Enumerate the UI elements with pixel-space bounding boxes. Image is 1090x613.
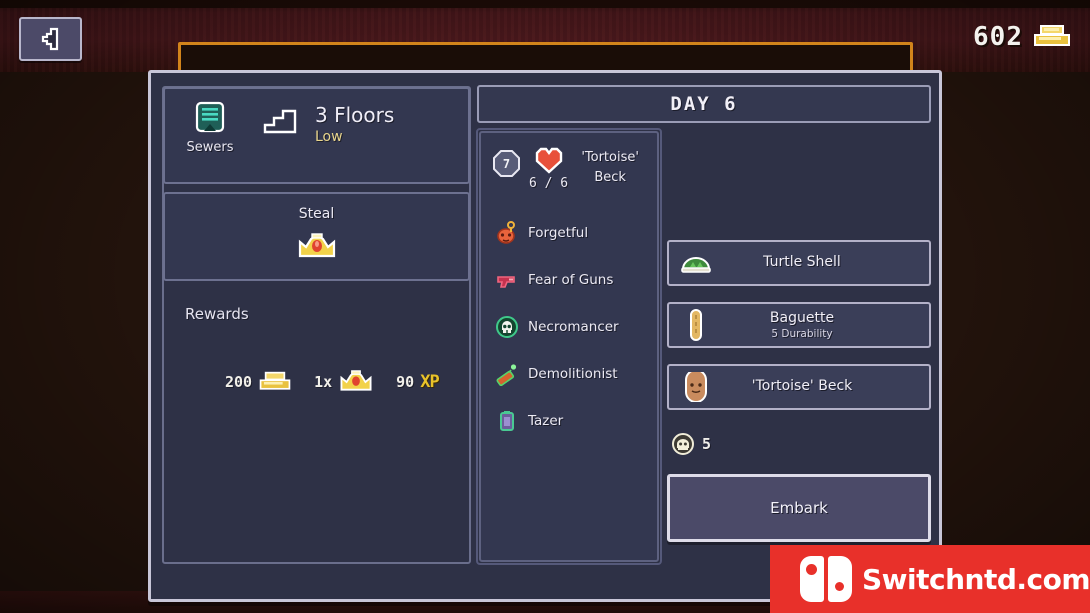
nintendo-switch-icon bbox=[800, 556, 852, 602]
item-name: 'Tortoise' Beck bbox=[751, 378, 853, 395]
trait-forgetful[interactable]: Forgetful bbox=[495, 221, 619, 245]
mission-danger-label: Low bbox=[315, 129, 343, 145]
sewers-icon bbox=[195, 101, 225, 133]
crown-icon bbox=[298, 233, 335, 258]
level-badge: 7 bbox=[493, 150, 520, 177]
trait-label: Tazer bbox=[528, 413, 564, 429]
heart-icon bbox=[535, 147, 562, 174]
back-button[interactable] bbox=[19, 17, 82, 61]
watermark: Switchntd.com bbox=[770, 545, 1090, 613]
mission-location-label: Sewers bbox=[186, 140, 234, 155]
item-icon-slot bbox=[669, 372, 723, 402]
mission-floors-label: 3 Floors bbox=[315, 103, 395, 127]
embark-label: Embark bbox=[770, 499, 828, 517]
reward-xp: 90 XP bbox=[396, 372, 440, 392]
hero-level: 7 bbox=[502, 156, 511, 171]
hero-health-text: 6 / 6 bbox=[529, 176, 569, 191]
trait-label: Fear of Guns bbox=[528, 272, 614, 288]
hero-panel: 7 6 / 6 'Tortoise' Beck Forgetful Fear o… bbox=[479, 131, 659, 562]
item-durability: 5 Durability bbox=[771, 327, 833, 340]
crown-icon bbox=[340, 370, 372, 391]
trait-label: Necromancer bbox=[528, 319, 619, 335]
day-label: DAY 6 bbox=[670, 93, 738, 115]
loadout-item-turtle-shell[interactable]: Turtle Shell bbox=[667, 240, 931, 286]
watermark-text: Switchntd.com bbox=[862, 562, 1090, 596]
currency-amount: 602 bbox=[973, 22, 1023, 52]
trait-demolitionist[interactable]: Demolitionist bbox=[495, 362, 619, 386]
rewards-row: 200 1x 90 XP bbox=[225, 369, 440, 395]
xp-icon: XP bbox=[420, 372, 440, 392]
food-icon bbox=[672, 433, 694, 455]
gold-bars-icon bbox=[259, 371, 291, 390]
mission-location: Sewers bbox=[181, 100, 239, 155]
tazer-icon bbox=[500, 411, 514, 431]
embark-button[interactable]: Embark bbox=[667, 474, 931, 542]
item-icon-slot bbox=[669, 308, 723, 342]
back-arrow-icon bbox=[41, 27, 58, 51]
hero-portrait-icon bbox=[685, 372, 707, 402]
reward-crown-amount: 1x bbox=[314, 373, 333, 391]
item-text: 'Tortoise' Beck bbox=[723, 378, 929, 396]
item-name: Baguette bbox=[769, 310, 835, 327]
trait-necromancer[interactable]: Necromancer bbox=[495, 315, 619, 339]
day-header: DAY 6 bbox=[477, 85, 931, 123]
turtle-shell-icon bbox=[681, 257, 711, 273]
item-text: Baguette 5 Durability bbox=[723, 310, 929, 340]
mission-depth: 3 Floors Low bbox=[261, 100, 394, 145]
skull-icon bbox=[496, 316, 518, 338]
objective-panel: Steal bbox=[163, 192, 470, 281]
trait-label: Demolitionist bbox=[528, 366, 618, 382]
hero-health: 6 / 6 bbox=[529, 145, 568, 191]
forgetful-icon bbox=[497, 221, 515, 244]
hero-header: 7 6 / 6 'Tortoise' Beck bbox=[493, 145, 647, 191]
item-name: Turtle Shell bbox=[763, 254, 841, 271]
supply-counter: 5 bbox=[671, 432, 711, 456]
item-icon-slot bbox=[669, 250, 723, 276]
mission-info-column: Sewers 3 Floors Low Steal Rewards 200 1x… bbox=[163, 87, 470, 562]
mission-summary-panel: Sewers 3 Floors Low bbox=[163, 87, 470, 184]
stairs-icon bbox=[263, 109, 297, 134]
objective-label: Steal bbox=[298, 206, 335, 222]
hero-name-line1: 'Tortoise' bbox=[581, 150, 639, 165]
loadout-item-baguette[interactable]: Baguette 5 Durability bbox=[667, 302, 931, 348]
supply-amount: 5 bbox=[702, 435, 712, 453]
hero-traits-list: Forgetful Fear of Guns Necromancer Demol… bbox=[495, 221, 619, 433]
dynamite-icon bbox=[496, 364, 517, 386]
currency-display: 602 bbox=[973, 22, 1072, 52]
hero-name-line2: Beck bbox=[594, 169, 626, 185]
reward-xp-amount: 90 bbox=[396, 373, 415, 391]
gold-bars-icon bbox=[1034, 25, 1070, 46]
loadout-item-hero[interactable]: 'Tortoise' Beck bbox=[667, 364, 931, 410]
reward-gold: 200 bbox=[225, 370, 292, 394]
gun-icon bbox=[497, 276, 515, 288]
trait-fear-of-guns[interactable]: Fear of Guns bbox=[495, 268, 619, 292]
rewards-title: Rewards bbox=[185, 305, 249, 323]
baguette-icon bbox=[690, 309, 702, 341]
trait-tazer[interactable]: Tazer bbox=[495, 409, 619, 433]
trait-label: Forgetful bbox=[528, 225, 589, 241]
reward-gold-amount: 200 bbox=[225, 373, 253, 391]
hero-name: 'Tortoise' Beck bbox=[577, 145, 643, 191]
item-text: Turtle Shell bbox=[723, 254, 929, 272]
loadout-list: Turtle Shell Baguette 5 Durability 'Tort… bbox=[667, 240, 931, 426]
reward-crown: 1x bbox=[314, 369, 374, 395]
